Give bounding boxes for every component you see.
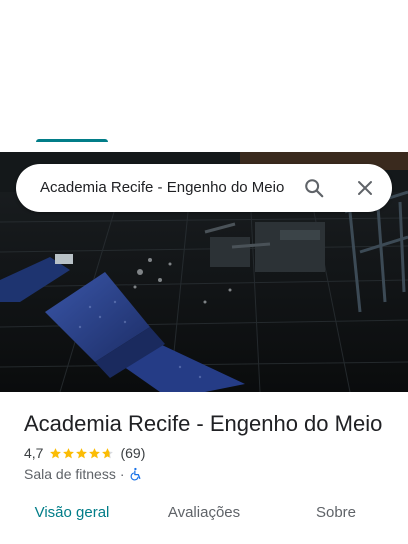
place-category: Sala de fitness xyxy=(24,466,116,482)
tab-reviews[interactable]: Avaliações xyxy=(156,498,252,540)
tab-about[interactable]: Sobre xyxy=(296,498,376,540)
star-icon xyxy=(76,447,88,458)
search-button[interactable] xyxy=(300,174,328,202)
tab-overview[interactable]: Visão geral xyxy=(24,498,120,540)
category-row: Sala de fitness · xyxy=(24,465,143,483)
rating-value: 4,7 xyxy=(24,445,44,461)
search-icon xyxy=(305,179,324,198)
search-input[interactable]: Academia Recife - Engenho do Meio xyxy=(40,178,302,198)
search-box[interactable]: Academia Recife - Engenho do Meio xyxy=(16,164,392,212)
tab-bar: Visão geral Avaliações Sobre xyxy=(0,498,408,544)
wheelchair-icon xyxy=(130,467,140,481)
close-button[interactable] xyxy=(351,174,379,202)
active-tab-indicator xyxy=(36,139,108,142)
place-info-panel: Academia Recife - Engenho do Meio 4,7 (6… xyxy=(0,392,408,544)
star-icon xyxy=(50,447,62,458)
map-blank-area xyxy=(0,0,408,152)
star-icon xyxy=(63,447,75,458)
review-count[interactable]: (69) xyxy=(120,445,145,461)
star-icon xyxy=(89,447,101,458)
star-rating xyxy=(49,447,114,460)
rating-row[interactable]: 4,7 (69) xyxy=(24,444,145,462)
close-icon xyxy=(358,181,372,195)
separator-dot: · xyxy=(119,466,125,482)
place-title: Academia Recife - Engenho do Meio xyxy=(24,411,383,436)
star-icon xyxy=(102,447,114,458)
